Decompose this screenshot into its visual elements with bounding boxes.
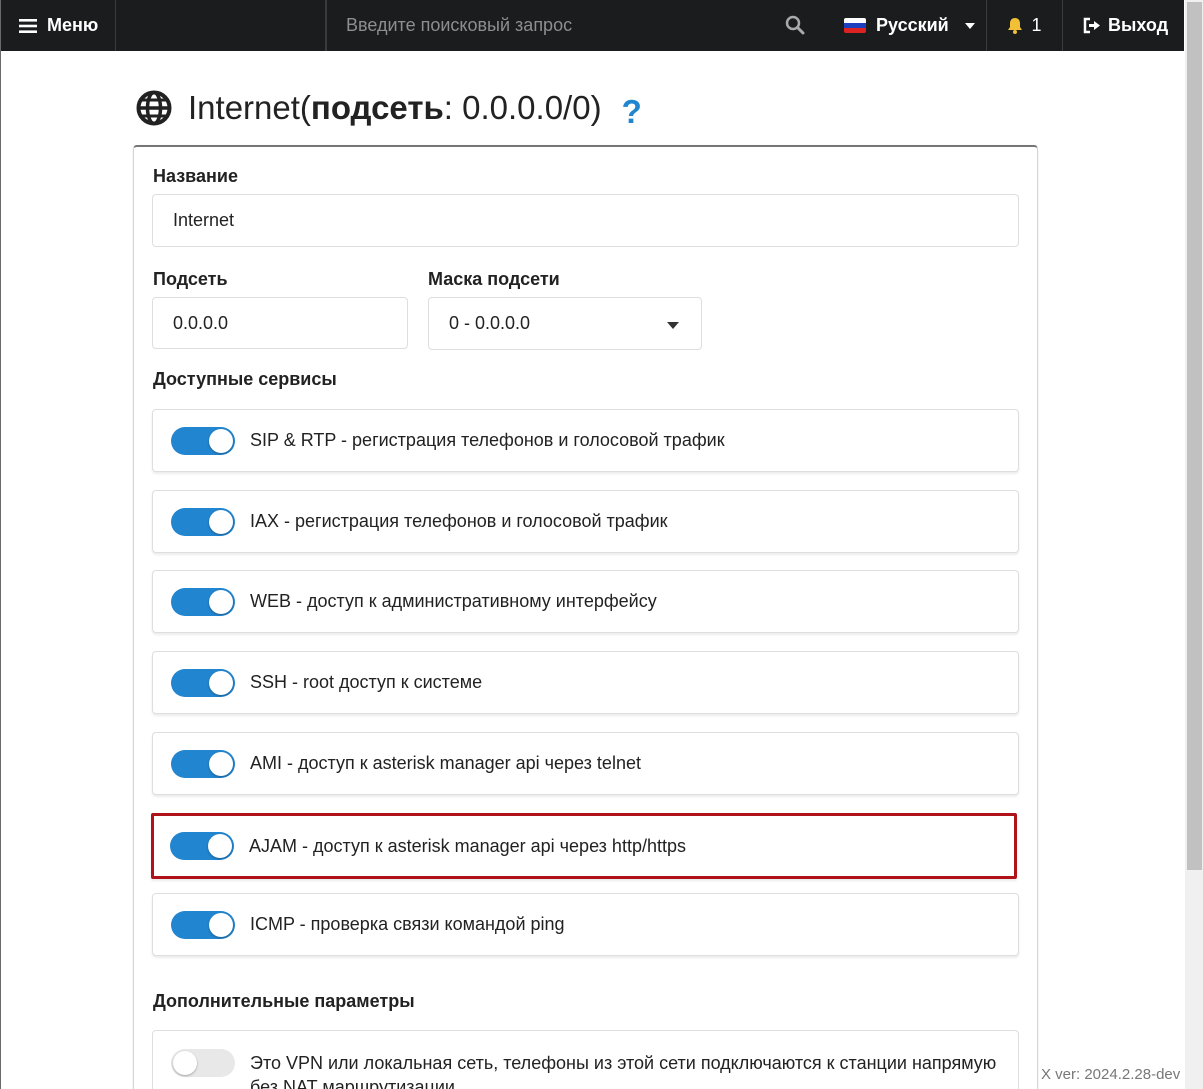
subnet-input[interactable]: 0.0.0.0 bbox=[152, 297, 408, 349]
services-label: Доступные сервисы bbox=[153, 369, 337, 389]
service-label: SIP & RTP - регистрация телефонов и голо… bbox=[250, 430, 725, 450]
service-row-iax[interactable]: IAX - регистрация телефонов и голосовой … bbox=[152, 490, 1019, 553]
name-value: Internet bbox=[173, 210, 235, 230]
toggle-switch[interactable] bbox=[171, 749, 235, 778]
service-row-sip[interactable]: SIP & RTP - регистрация телефонов и голо… bbox=[152, 409, 1019, 472]
globe-icon bbox=[136, 90, 172, 126]
top-menu-bar: Меню Введите поисковый запрос Русский 1 … bbox=[1, 0, 1184, 51]
hamburger-icon bbox=[19, 18, 37, 33]
notifications-count: 1 bbox=[1031, 15, 1042, 35]
service-label: AMI - доступ к asterisk manager api чере… bbox=[250, 753, 641, 773]
toggle-switch[interactable] bbox=[171, 507, 235, 536]
toggle-switch[interactable] bbox=[171, 668, 235, 697]
service-row-ssh[interactable]: SSH - root доступ к системе bbox=[152, 651, 1019, 714]
service-label: WEB - доступ к административному интерфе… bbox=[250, 591, 657, 611]
search-icon[interactable] bbox=[785, 15, 805, 35]
menu-label: Меню bbox=[47, 15, 99, 35]
menu-button[interactable]: Меню bbox=[1, 0, 116, 51]
service-label: IAX - регистрация телефонов и голосовой … bbox=[250, 511, 668, 531]
name-input[interactable]: Internet bbox=[152, 194, 1019, 247]
bell-icon bbox=[1008, 18, 1023, 34]
subnet-label: Подсеть bbox=[153, 269, 228, 289]
mask-value: 0 - 0.0.0.0 bbox=[449, 313, 531, 333]
notifications-button[interactable]: 1 bbox=[986, 0, 1063, 51]
language-dropdown[interactable]: Русский bbox=[844, 0, 975, 51]
service-row-ami[interactable]: AMI - доступ к asterisk manager api чере… bbox=[152, 732, 1019, 795]
chevron-down-icon bbox=[964, 22, 975, 29]
russia-flag-icon bbox=[844, 18, 866, 33]
search-placeholder: Введите поисковый запрос bbox=[346, 15, 573, 35]
dropdown-caret-icon bbox=[667, 322, 679, 329]
page-title: Internet(подсеть: 0.0.0.0/0) bbox=[188, 89, 602, 126]
service-row-web[interactable]: WEB - доступ к административному интерфе… bbox=[152, 570, 1019, 633]
toggle-switch[interactable] bbox=[171, 1049, 235, 1077]
toggle-switch[interactable] bbox=[171, 910, 235, 939]
help-icon[interactable]: ? bbox=[622, 93, 642, 131]
toggle-switch[interactable] bbox=[171, 587, 235, 616]
service-label: AJAM - доступ к asterisk manager api чер… bbox=[249, 835, 686, 856]
service-label: SSH - root доступ к системе bbox=[250, 672, 483, 692]
mask-dropdown[interactable]: 0 - 0.0.0.0 bbox=[428, 297, 702, 350]
service-label: ICMP - проверка связи командой ping bbox=[250, 914, 565, 934]
name-label: Название bbox=[153, 166, 238, 186]
subnet-value: 0.0.0.0 bbox=[173, 312, 229, 333]
sign-out-icon bbox=[1083, 17, 1100, 34]
advanced-option-row[interactable]: Это VPN или локальная сеть, телефоны из … bbox=[152, 1030, 1019, 1089]
scrollbar-thumb[interactable] bbox=[1187, 2, 1202, 870]
logout-button[interactable]: Выход bbox=[1083, 0, 1168, 51]
toggle-switch[interactable] bbox=[170, 832, 234, 860]
advanced-label: Дополнительные параметры bbox=[153, 991, 415, 1011]
logout-label: Выход bbox=[1108, 15, 1169, 35]
version-label: X ver: 2024.2.28-dev bbox=[1039, 1066, 1181, 1083]
service-row-ajam[interactable]: AJAM - доступ к asterisk manager api чер… bbox=[151, 813, 1017, 879]
service-row-icmp[interactable]: ICMP - проверка связи командой ping bbox=[152, 893, 1019, 956]
toggle-switch[interactable] bbox=[171, 426, 235, 455]
topbar-spacer bbox=[116, 0, 326, 51]
advanced-option-label: Это VPN или локальная сеть, телефоны из … bbox=[250, 1053, 997, 1089]
page-header: Internet(подсеть: 0.0.0.0/0) ? bbox=[136, 85, 642, 131]
mask-label: Маска подсети bbox=[428, 269, 560, 289]
language-label: Русский bbox=[876, 15, 949, 35]
